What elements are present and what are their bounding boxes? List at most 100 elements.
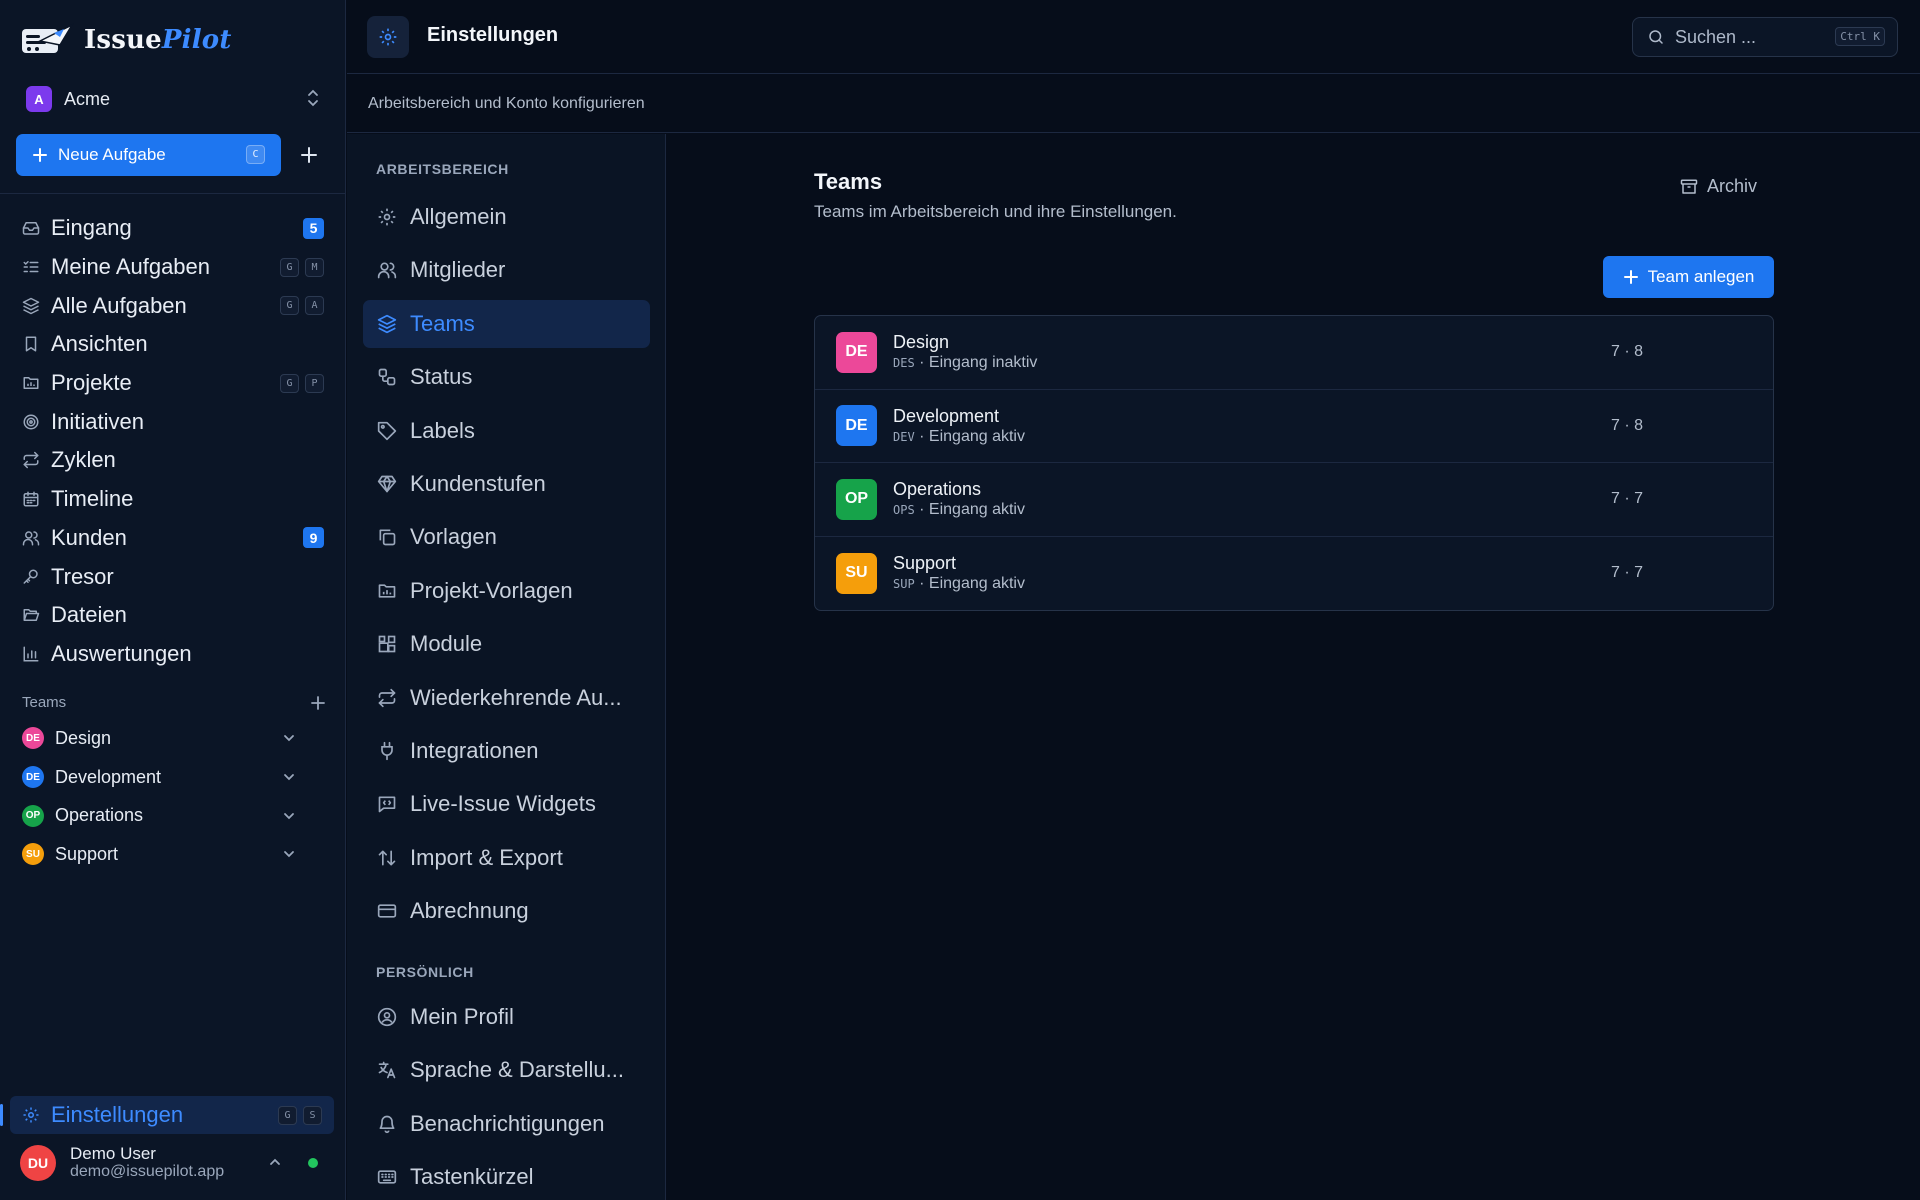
plus-icon (300, 146, 318, 164)
team-row-development[interactable]: DE Development DEV · Eingang aktiv 7 · 8 (815, 390, 1773, 463)
shortcut-key: G (280, 373, 299, 393)
section-title: Teams (814, 169, 883, 194)
new-task-button[interactable]: Neue Aufgabe C (16, 134, 281, 176)
gear-icon (378, 27, 398, 47)
sidebar-team-development[interactable]: DE Development (0, 758, 346, 797)
settings-item-label: Vorlagen (410, 524, 497, 550)
users-icon (22, 529, 40, 547)
user-info: Demo User demo@issuepilot.app (70, 1145, 224, 1181)
workspace-badge: A (26, 86, 52, 112)
nav-label: Projekte (51, 370, 132, 396)
nav-item-projects[interactable]: Projekte GP (0, 364, 346, 403)
settings-item-general[interactable]: Allgemein (363, 193, 650, 241)
settings-item-live-widgets[interactable]: Live-Issue Widgets (363, 780, 650, 828)
plug-icon (377, 741, 397, 761)
team-name: Design (893, 332, 950, 353)
settings-menu: ARBEITSBEREICH Allgemein Mitglieder Team… (347, 134, 666, 1200)
nav-item-vault[interactable]: Tresor (0, 557, 346, 596)
settings-item-notifications[interactable]: Benachrichtigungen (363, 1100, 650, 1148)
team-meta: DES · Eingang inaktiv (893, 353, 1037, 373)
team-code: SUP (893, 577, 915, 592)
chevron-down-icon[interactable] (282, 770, 296, 784)
nav-item-all-tasks[interactable]: Alle Aufgaben GA (0, 286, 346, 325)
chevron-down-icon[interactable] (282, 731, 296, 745)
team-row-support[interactable]: SU Support SUP · Eingang aktiv 7 · 7 (815, 537, 1773, 611)
team-info: Development DEV · Eingang aktiv (893, 405, 1025, 447)
team-row-operations[interactable]: OP Operations OPS · Eingang aktiv 7 · 7 (815, 463, 1773, 537)
nav-label: Ansichten (51, 331, 148, 357)
inbox-icon (22, 219, 40, 237)
settings-item-billing[interactable]: Abrechnung (363, 887, 650, 935)
nav-label: Einstellungen (51, 1102, 184, 1127)
settings-item-language[interactable]: Sprache & Darstellu... (363, 1046, 650, 1094)
sidebar-team-operations[interactable]: OP Operations (0, 796, 346, 835)
chevron-down-icon[interactable] (282, 847, 296, 861)
settings-item-recurring[interactable]: Wiederkehrende Au... (363, 674, 650, 722)
settings-item-integrations[interactable]: Integrationen (363, 727, 650, 775)
inbox-status: · Eingang aktiv (919, 575, 1025, 593)
settings-item-label: Projekt-Vorlagen (410, 577, 573, 603)
search-shortcut: Ctrl K (1835, 27, 1885, 46)
count-badge: 5 (303, 217, 324, 239)
nav-label: Eingang (51, 215, 132, 241)
repeat-icon (22, 451, 40, 469)
settings-item-templates[interactable]: Vorlagen (363, 513, 650, 561)
workspace-switcher[interactable]: A Acme (26, 84, 322, 114)
arrows-updown-icon (377, 848, 397, 868)
settings-item-customer-tiers[interactable]: Kundenstufen (363, 460, 650, 508)
settings-page-icon (367, 16, 409, 58)
nav-label: Meine Aufgaben (51, 254, 211, 280)
sidebar-team-support[interactable]: SU Support (0, 835, 346, 874)
settings-item-labels[interactable]: Labels (363, 407, 650, 455)
copy-icon (377, 527, 397, 547)
nav-item-my-tasks[interactable]: Meine Aufgaben GM (0, 248, 346, 287)
user-circle-icon (377, 1007, 397, 1027)
team-avatar: OP (836, 478, 877, 520)
sidebar-team-design[interactable]: DE Design (0, 719, 346, 758)
users-icon (377, 260, 397, 280)
search-input[interactable]: Suchen ... Ctrl K (1632, 17, 1898, 57)
archive-button[interactable]: Archiv (1680, 176, 1757, 197)
settings-item-label: Mitglieder (410, 257, 506, 283)
team-row-design[interactable]: DE Design DES · Eingang inaktiv 7 · 8 (815, 316, 1773, 390)
team-counts: 7 · 7 (1611, 564, 1644, 582)
nav-item-settings[interactable]: Einstellungen GS (0, 1096, 334, 1134)
archive-icon (1680, 178, 1698, 196)
calendar-icon (22, 490, 40, 508)
nav-item-cycles[interactable]: Zyklen (0, 441, 346, 480)
settings-item-label: Mein Profil (410, 1004, 514, 1029)
settings-item-shortcuts[interactable]: Tastenkürzel (363, 1153, 650, 1200)
nav-item-files[interactable]: Dateien (0, 596, 346, 635)
nav-item-inbox[interactable]: Eingang 5 (0, 209, 346, 248)
count-badge: 9 (303, 527, 324, 549)
personal-settings-list: Mein Profil Sprache & Darstellu... Benac… (363, 993, 650, 1200)
chevron-up-icon[interactable] (268, 1155, 282, 1169)
nav-item-customers[interactable]: Kunden 9 (0, 519, 346, 558)
shortcut-key: M (305, 257, 324, 277)
team-code: DES (893, 356, 915, 371)
sidebar: IssuePilot A Acme Neue Aufgabe C Eingang… (0, 0, 346, 1200)
create-team-button[interactable]: Team anlegen (1603, 256, 1774, 298)
team-badge: DE (22, 766, 44, 789)
settings-item-import-export[interactable]: Import & Export (363, 834, 650, 882)
nav-item-timeline[interactable]: Timeline (0, 480, 346, 519)
settings-item-members[interactable]: Mitglieder (363, 246, 650, 294)
settings-item-profile[interactable]: Mein Profil (363, 993, 650, 1041)
settings-item-status[interactable]: Status (363, 353, 650, 401)
chevron-down-icon[interactable] (282, 809, 296, 823)
quick-add-button[interactable] (296, 142, 322, 168)
settings-item-teams[interactable]: Teams (363, 299, 650, 348)
settings-item-label: Integrationen (410, 737, 539, 763)
settings-item-project-templates[interactable]: Projekt-Vorlagen (363, 567, 650, 615)
nav-item-views[interactable]: Ansichten (0, 325, 346, 364)
nav-item-initiatives[interactable]: Initiativen (0, 402, 346, 441)
nav-item-reports[interactable]: Auswertungen (0, 635, 346, 674)
settings-item-modules[interactable]: Module (363, 620, 650, 668)
team-name: Development (55, 766, 162, 787)
add-team-icon[interactable] (310, 695, 326, 711)
user-menu[interactable]: DU Demo User demo@issuepilot.app (20, 1143, 330, 1183)
app-logo[interactable]: IssuePilot (20, 22, 232, 58)
inbox-status: · Eingang aktiv (919, 427, 1025, 445)
nav-label: Kunden (51, 524, 127, 550)
blocks-icon (377, 634, 397, 654)
